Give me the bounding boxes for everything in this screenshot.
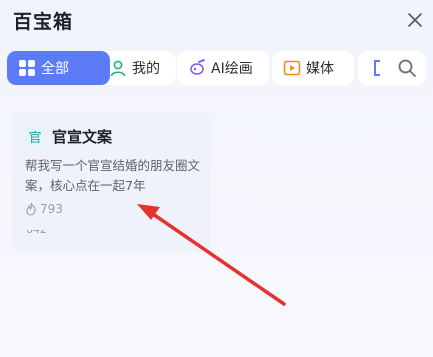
tab-media[interactable]: 媒体 — [272, 51, 354, 85]
card-icon: 官 — [25, 126, 45, 146]
tab-all[interactable]: 全部 — [7, 51, 110, 85]
card-title: 官宣文案 — [52, 128, 113, 146]
close-icon — [408, 13, 422, 27]
bracket-icon — [369, 59, 387, 77]
card-usage-stat: 793 — [25, 202, 63, 216]
search-button[interactable] — [388, 51, 426, 85]
flame-icon — [25, 202, 37, 216]
tool-card-official-announcement[interactable]: 官 官宣文案 帮我写一个官宣结婚的朋友圈文案，核心点在一起7年 793 — [12, 112, 211, 230]
close-button[interactable] — [405, 10, 425, 30]
card-count: 793 — [40, 202, 63, 216]
grid-icon — [18, 59, 36, 77]
tab-mine-label: 我的 — [132, 61, 160, 77]
card-description: 帮我写一个官宣结婚的朋友圈文案，核心点在一起7年 — [25, 158, 201, 193]
page-title: 百宝箱 — [13, 11, 74, 33]
tab-ai-painting[interactable]: AI绘画 — [177, 51, 269, 85]
play-icon — [283, 59, 301, 77]
search-icon — [398, 59, 416, 77]
category-tabs: 媒体 AI绘画 我的 全部 — [7, 51, 433, 85]
tab-media-label: 媒体 — [306, 61, 334, 77]
brush-icon — [188, 59, 206, 77]
user-icon — [109, 59, 127, 77]
tab-all-label: 全部 — [41, 61, 69, 77]
tab-ai-label: AI绘画 — [211, 61, 253, 77]
